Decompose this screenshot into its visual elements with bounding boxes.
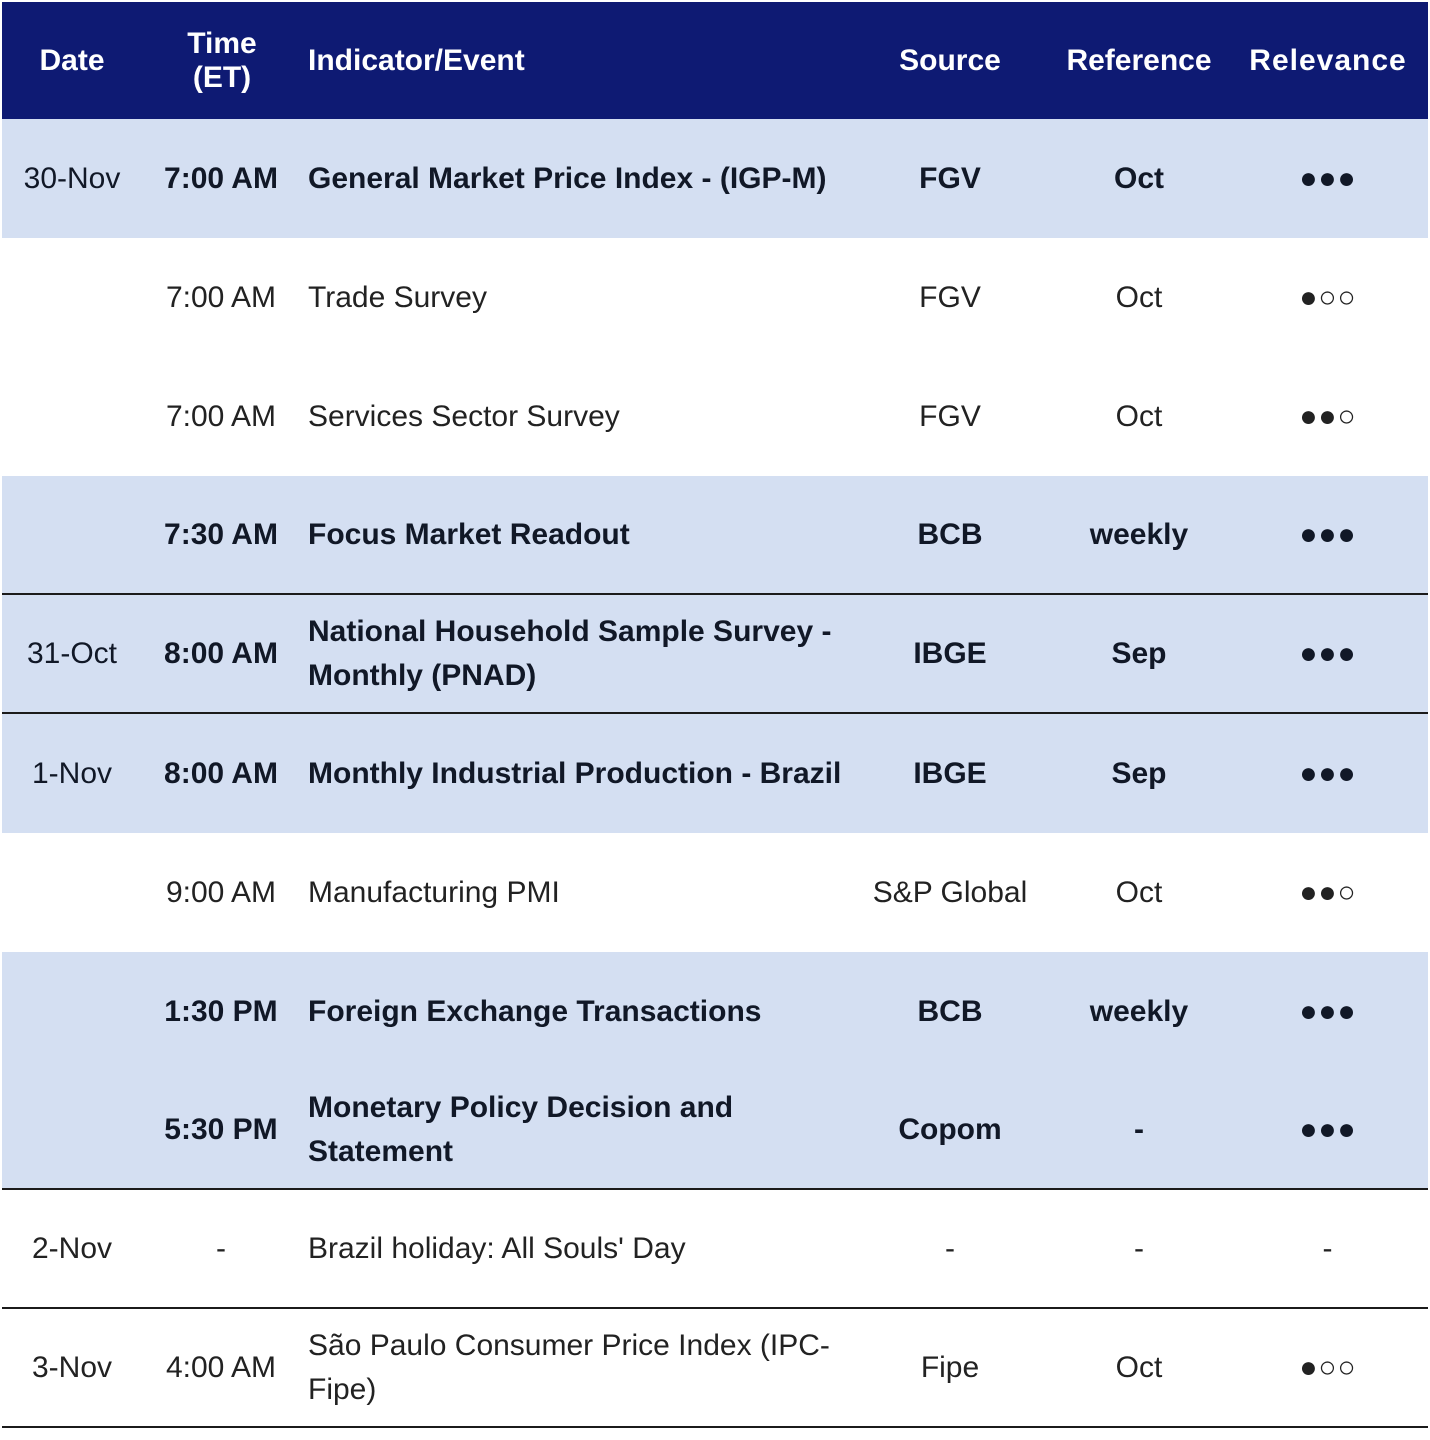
table-row: 7:00 AM Trade Survey FGV Oct ●○○ <box>2 238 1428 357</box>
row-relevance: ●○○ <box>1299 280 1357 314</box>
row-relevance: ●○○ <box>1299 1350 1357 1384</box>
row-indicator: Brazil holiday: All Souls' Day <box>308 1231 686 1265</box>
table-row: 7:00 AM Services Sector Survey FGV Oct ●… <box>2 357 1428 476</box>
row-reference: Oct <box>1113 161 1164 195</box>
row-indicator: Services Sector Survey <box>308 399 620 433</box>
row-indicator: Monthly Industrial Production - Brazil <box>308 756 842 790</box>
header-indicator: Indicator/Event <box>308 43 525 77</box>
row-date: 1-Nov <box>31 756 113 790</box>
economic-calendar-table: Date Time (ET) Indicator/Event Source Re… <box>2 2 1428 1428</box>
row-source: Copom <box>898 1112 1002 1146</box>
row-time: 8:00 AM <box>164 756 278 790</box>
row-reference: Sep <box>1111 756 1167 790</box>
row-time: 8:00 AM <box>164 636 278 670</box>
table-row: 1:30 PM Foreign Exchange Transactions BC… <box>2 952 1428 1071</box>
table-row: 5:30 PM Monetary Policy Decision and Sta… <box>2 1071 1428 1190</box>
row-indicator: Monetary Policy Decision and Statement <box>308 1090 734 1168</box>
header-time: Time (ET) <box>187 26 257 94</box>
row-indicator: National Household Sample Survey - Month… <box>308 614 832 692</box>
row-source: FGV <box>919 161 981 195</box>
row-time: 7:30 AM <box>164 517 278 551</box>
row-reference: - <box>1134 1112 1144 1146</box>
row-source: IBGE <box>913 636 987 670</box>
row-indicator: São Paulo Consumer Price Index (IPC-Fipe… <box>308 1328 830 1406</box>
row-time: 9:00 AM <box>165 875 277 909</box>
row-source: IBGE <box>913 756 987 790</box>
row-date: 3-Nov <box>31 1350 113 1384</box>
row-reference: weekly <box>1089 517 1189 551</box>
row-date: 2-Nov <box>31 1231 113 1265</box>
row-time: 7:00 AM <box>165 399 277 433</box>
row-time: 5:30 PM <box>164 1112 278 1146</box>
row-indicator: Focus Market Readout <box>308 517 630 551</box>
row-source: BCB <box>917 517 983 551</box>
row-reference: - <box>1134 1231 1144 1265</box>
row-date: 31-Oct <box>26 636 118 670</box>
row-relevance: ●●● <box>1299 756 1357 790</box>
row-date: 30-Nov <box>23 161 121 195</box>
table-row: 3-Nov 4:00 AM São Paulo Consumer Price I… <box>2 1309 1428 1428</box>
row-indicator: General Market Price Index - (IGP-M) <box>308 161 827 195</box>
row-source: BCB <box>917 994 983 1028</box>
row-reference: Oct <box>1115 1350 1163 1384</box>
row-time: 4:00 AM <box>165 1350 277 1384</box>
row-source: S&P Global <box>872 875 1028 909</box>
table-row: 30-Nov 7:00 AM General Market Price Inde… <box>2 119 1428 238</box>
row-relevance: ●●● <box>1299 636 1357 670</box>
table-row: 31-Oct 8:00 AM National Household Sample… <box>2 595 1428 714</box>
row-relevance: ●●● <box>1299 994 1357 1028</box>
row-source: FGV <box>919 280 981 314</box>
table-row: 7:30 AM Focus Market Readout BCB weekly … <box>2 476 1428 595</box>
row-time: - <box>216 1231 226 1265</box>
header-relevance: Relevance <box>1249 43 1407 77</box>
table-header: Date Time (ET) Indicator/Event Source Re… <box>2 2 1428 119</box>
header-reference: Reference <box>1066 43 1212 77</box>
row-relevance: ●●● <box>1299 1112 1357 1146</box>
table-row: 9:00 AM Manufacturing PMI S&P Global Oct… <box>2 833 1428 952</box>
table-row: 2-Nov - Brazil holiday: All Souls' Day -… <box>2 1190 1428 1309</box>
row-reference: weekly <box>1089 994 1189 1028</box>
row-reference: Oct <box>1115 875 1163 909</box>
table-row: 1-Nov 8:00 AM Monthly Industrial Product… <box>2 714 1428 833</box>
row-reference: Oct <box>1115 399 1163 433</box>
row-time: 7:00 AM <box>164 161 278 195</box>
header-source: Source <box>899 43 1001 77</box>
row-source: FGV <box>919 399 981 433</box>
row-relevance: ●●○ <box>1299 399 1357 433</box>
header-date: Date <box>39 43 105 77</box>
row-relevance: ●●● <box>1299 161 1357 195</box>
row-indicator: Foreign Exchange Transactions <box>308 994 762 1028</box>
row-indicator: Trade Survey <box>308 280 487 314</box>
row-relevance: ●●○ <box>1299 875 1357 909</box>
row-relevance: ●●● <box>1299 517 1357 551</box>
row-reference: Oct <box>1115 280 1163 314</box>
row-relevance: - <box>1322 1231 1334 1265</box>
row-time: 1:30 PM <box>164 994 278 1028</box>
row-reference: Sep <box>1111 636 1167 670</box>
row-indicator: Manufacturing PMI <box>308 875 560 909</box>
row-source: - <box>945 1231 955 1265</box>
row-time: 7:00 AM <box>165 280 277 314</box>
row-source: Fipe <box>920 1350 980 1384</box>
